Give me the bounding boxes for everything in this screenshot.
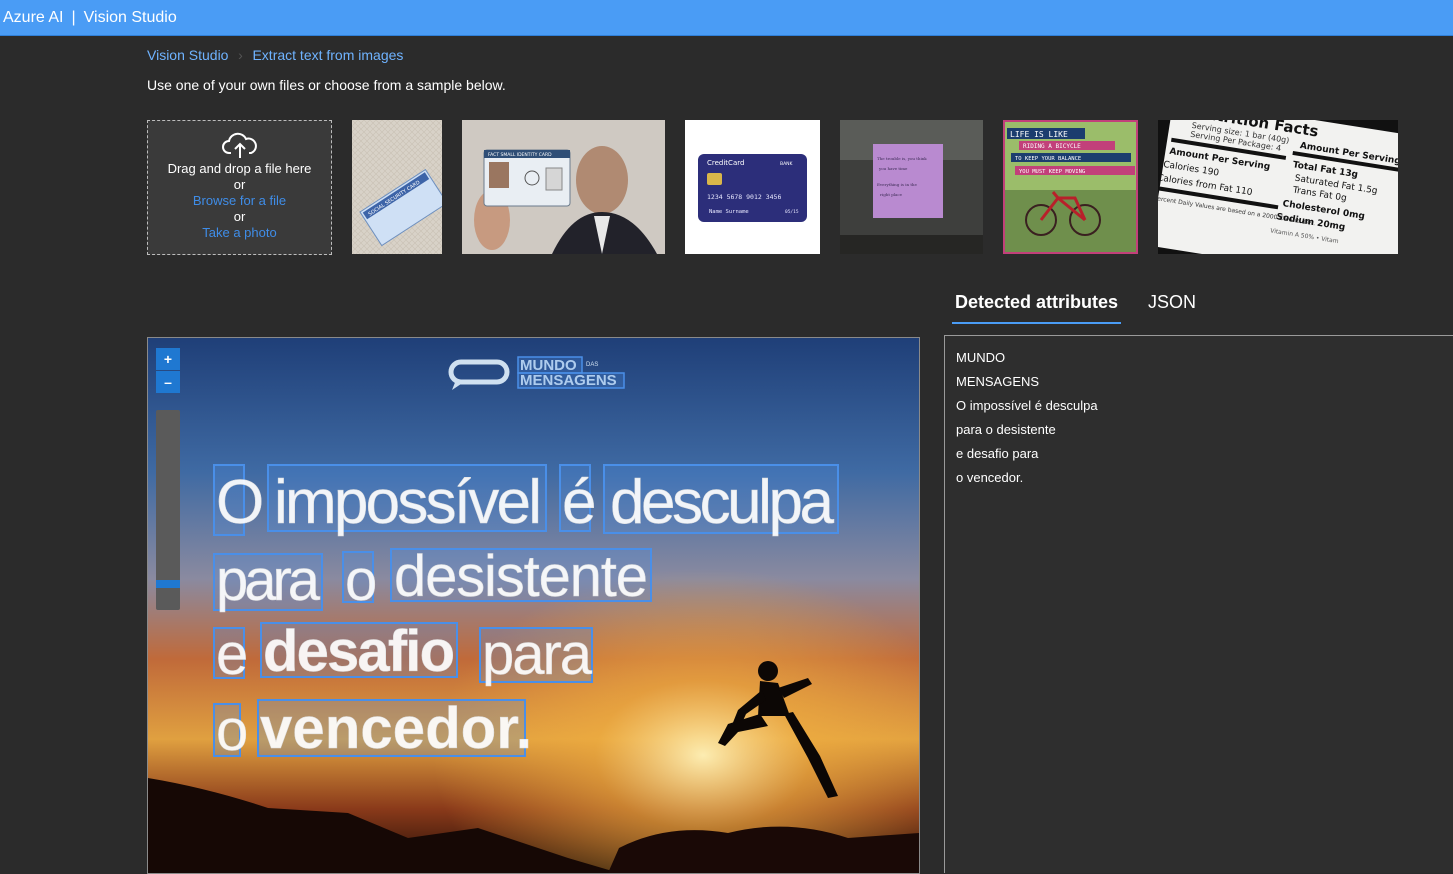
sample-sticky-note[interactable]: The trouble is, you think you have time … [840, 120, 983, 254]
ocr-box-mundo [517, 356, 583, 374]
browse-file-link[interactable]: Browse for a file [148, 193, 331, 209]
ocr-word: desafio [263, 619, 455, 684]
breadcrumb: Vision Studio › Extract text from images [147, 47, 403, 63]
zoom-out-button[interactable]: – [156, 371, 180, 393]
credit-card-number: 1234 5678 9012 3456 [707, 193, 781, 201]
sticky-line-3: Everything is in the [877, 182, 918, 187]
ocr-word: o [345, 548, 377, 613]
results-tabs: Detected attributes JSON [952, 290, 1223, 324]
sample-nutrition-facts[interactable]: Nutrition Facts Serving size: 1 bar (40g… [1158, 120, 1398, 254]
ocr-word: é [562, 468, 596, 537]
detected-text-line: MUNDO [956, 350, 1006, 365]
intro-text: Use one of your own files or choose from… [147, 77, 506, 93]
sample-id-card[interactable]: FACT SMALL IDENTITY CARD [462, 120, 665, 254]
bicycle-line-1: LIFE IS LIKE [1010, 130, 1068, 139]
zoom-slider[interactable] [156, 410, 180, 610]
breadcrumb-extract-text[interactable]: Extract text from images [252, 47, 403, 63]
ocr-word: O [216, 468, 264, 537]
ocr-word: desistente [394, 544, 648, 609]
sample-social-security-card[interactable]: SOCIAL SECURITY CARD [352, 120, 442, 254]
brand-azure-ai[interactable]: Azure AI [3, 9, 63, 27]
bicycle-line-2: RIDING A BICYCLE [1023, 143, 1081, 150]
sample-credit-card[interactable]: CreditCard BANK 1234 5678 9012 3456 Name… [685, 120, 820, 254]
detected-text-line: O impossível é desculpa [956, 398, 1098, 413]
detected-text-list: MUNDO MENSAGENS O impossível é desculpa … [945, 336, 1453, 490]
detected-attributes-panel: MUNDO MENSAGENS O impossível é desculpa … [944, 335, 1453, 873]
sample-bicycle-poster[interactable]: LIFE IS LIKE RIDING A BICYCLE TO KEEP YO… [1003, 120, 1138, 254]
ocr-word: vencedor. [260, 696, 532, 761]
ocr-word: impossível [274, 468, 542, 537]
credit-card-brand: CreditCard [707, 159, 744, 167]
take-photo-link[interactable]: Take a photo [148, 225, 331, 241]
ocr-word: o [216, 698, 248, 763]
breadcrumb-separator: › [238, 47, 243, 63]
credit-card-bank: BANK [780, 161, 794, 167]
file-dropzone[interactable]: Drag and drop a file here or Browse for … [147, 120, 332, 255]
zoom-slider-thumb[interactable] [156, 580, 180, 588]
tab-json[interactable]: JSON [1145, 290, 1199, 324]
sticky-line-4: right place [880, 192, 903, 197]
cloud-upload-icon [148, 131, 331, 161]
or-text: or [233, 209, 246, 224]
sticky-line-2: you have time [878, 166, 908, 171]
or-text: or [233, 177, 246, 192]
ocr-word: desculpa [610, 468, 835, 537]
top-bar: Azure AI | Vision Studio [0, 0, 1453, 36]
detected-text-line: MENSAGENS [956, 374, 1040, 389]
detected-text-line: para o desistente [956, 422, 1056, 437]
ocr-word: e [216, 622, 248, 687]
brand-separator: | [71, 8, 76, 26]
image-viewer[interactable]: MUNDO DAS MENSAGENS O impossível é descu… [147, 337, 920, 874]
zoom-in-button[interactable]: + [156, 348, 180, 370]
detected-text-line: e desafio para [956, 446, 1039, 461]
analyzed-image: MUNDO DAS MENSAGENS O impossível é descu… [148, 338, 919, 873]
bicycle-line-4: YOU MUST KEEP MOVING [1019, 169, 1085, 175]
ocr-word: para [216, 548, 321, 613]
bicycle-line-3: TO KEEP YOUR BALANCE [1015, 156, 1081, 162]
id-card-title: FACT SMALL IDENTITY CARD [488, 152, 552, 158]
ocr-word: para [482, 622, 593, 687]
tab-detected-attributes[interactable]: Detected attributes [952, 290, 1122, 324]
breadcrumb-vision-studio[interactable]: Vision Studio [147, 47, 228, 63]
credit-card-name: Name Surname [709, 209, 749, 215]
credit-card-expiry: 05/15 [785, 209, 799, 215]
sticky-line-1: The trouble is, you think [877, 156, 927, 161]
ocr-box-mensagens [517, 372, 625, 389]
detected-text-line: o vencedor. [956, 470, 1024, 485]
logo-suffix: DAS [586, 362, 598, 368]
drag-drop-text: Drag and drop a file here [167, 161, 312, 176]
brand-vision-studio[interactable]: Vision Studio [84, 9, 177, 27]
